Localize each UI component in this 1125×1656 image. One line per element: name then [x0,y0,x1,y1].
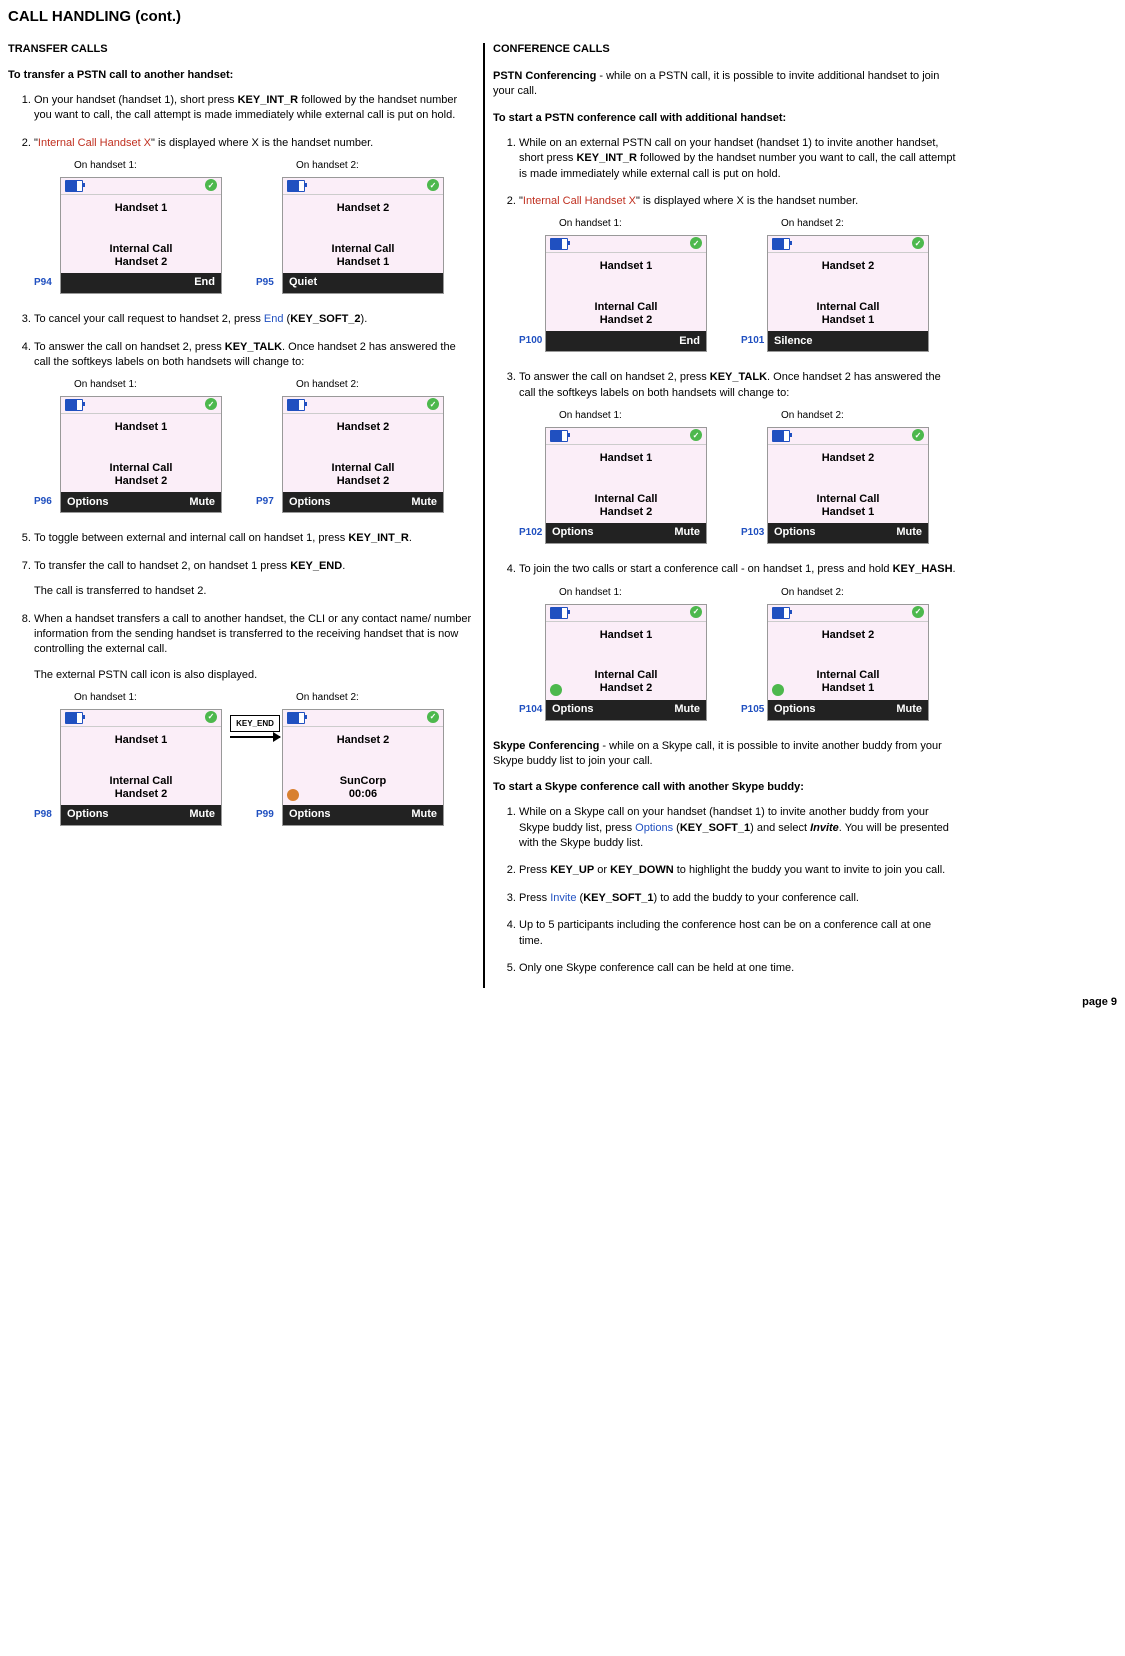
pstn-intro: PSTN Conferencing - while on a PSTN call… [493,69,958,100]
screen-p105: On handset 2: P105 Handset 2Internal Cal… [767,586,929,721]
screen-p104: On handset 1: P104 Handset 1Internal Cal… [545,586,707,721]
step-4: To answer the call on handset 2, press K… [34,340,473,514]
skype-intro: Skype Conferencing - while on a Skype ca… [493,739,958,770]
battery-icon [65,399,83,411]
signal-icon [690,606,702,618]
battery-icon [550,238,568,250]
battery-icon [772,607,790,619]
transfer-heading: TRANSFER CALLS [8,43,473,55]
column-divider [483,43,485,988]
r-step-4: To join the two calls or start a confere… [519,562,958,720]
s-step-4: Up to 5 participants including the confe… [519,918,958,949]
signal-icon [205,179,217,191]
battery-icon [65,180,83,192]
screen-p94: On handset 1: P94 Handset 1Internal Call… [60,159,222,294]
step-5: To toggle between external and internal … [34,531,473,546]
signal-icon [912,237,924,249]
screen-p98: On handset 1: P98 Handset 1Internal Call… [60,691,222,826]
signal-icon [912,429,924,441]
signal-icon [205,398,217,410]
step-1: On your handset (handset 1), short press… [34,93,473,124]
key-end-arrow: KEY_END [230,715,280,738]
signal-icon [912,606,924,618]
screen-p102: On handset 1: P102 Handset 1Internal Cal… [545,409,707,544]
signal-icon [690,237,702,249]
step-3: To cancel your call request to handset 2… [34,312,473,327]
r-step-1: While on an external PSTN call on your h… [519,136,958,182]
battery-icon [65,712,83,724]
battery-icon [287,180,305,192]
page-number: page 9 [8,996,1117,1008]
r-step-3: To answer the call on handset 2, press K… [519,370,958,544]
skype-subheading: To start a Skype conference call with an… [493,781,958,793]
battery-icon [550,430,568,442]
s-step-1: While on a Skype call on your handset (h… [519,805,958,851]
battery-icon [287,712,305,724]
r-step-2: "Internal Call Handset X" is displayed w… [519,194,958,352]
step-8: When a handset transfers a call to anoth… [34,612,473,827]
battery-icon [550,607,568,619]
screen-p95: On handset 2: P95 Handset 2Internal Call… [282,159,444,294]
screen-p103: On handset 2: P103 Handset 2Internal Cal… [767,409,929,544]
screen-p101: On handset 2: P101 Handset 2Internal Cal… [767,217,929,352]
screen-p100: On handset 1: P100 Handset 1Internal Cal… [545,217,707,352]
s-step-3: Press Invite (KEY_SOFT_1) to add the bud… [519,891,958,906]
s-step-5: Only one Skype conference call can be he… [519,961,958,976]
signal-icon [427,398,439,410]
step-7: To transfer the call to handset 2, on ha… [34,559,473,600]
signal-icon [427,179,439,191]
screen-p99: On handset 2: P99 Handset 2SunCorp00:06 … [282,691,444,826]
step-2: "Internal Call Handset X" is displayed w… [34,136,473,294]
signal-icon [205,711,217,723]
conference-heading: CONFERENCE CALLS [493,43,958,55]
transfer-subheading: To transfer a PSTN call to another hands… [8,69,473,81]
pstn-subheading: To start a PSTN conference call with add… [493,112,958,124]
signal-icon [690,429,702,441]
left-column: TRANSFER CALLS To transfer a PSTN call t… [8,43,473,988]
s-step-2: Press KEY_UP or KEY_DOWN to highlight th… [519,863,958,878]
screen-p96: On handset 1: P96 Handset 1Internal Call… [60,378,222,513]
right-column: CONFERENCE CALLS PSTN Conferencing - whi… [493,43,958,988]
page-title: CALL HANDLING (cont.) [8,8,1117,25]
battery-icon [772,238,790,250]
battery-icon [772,430,790,442]
signal-icon [427,711,439,723]
battery-icon [287,399,305,411]
screen-p97: On handset 2: P97 Handset 2Internal Call… [282,378,444,513]
